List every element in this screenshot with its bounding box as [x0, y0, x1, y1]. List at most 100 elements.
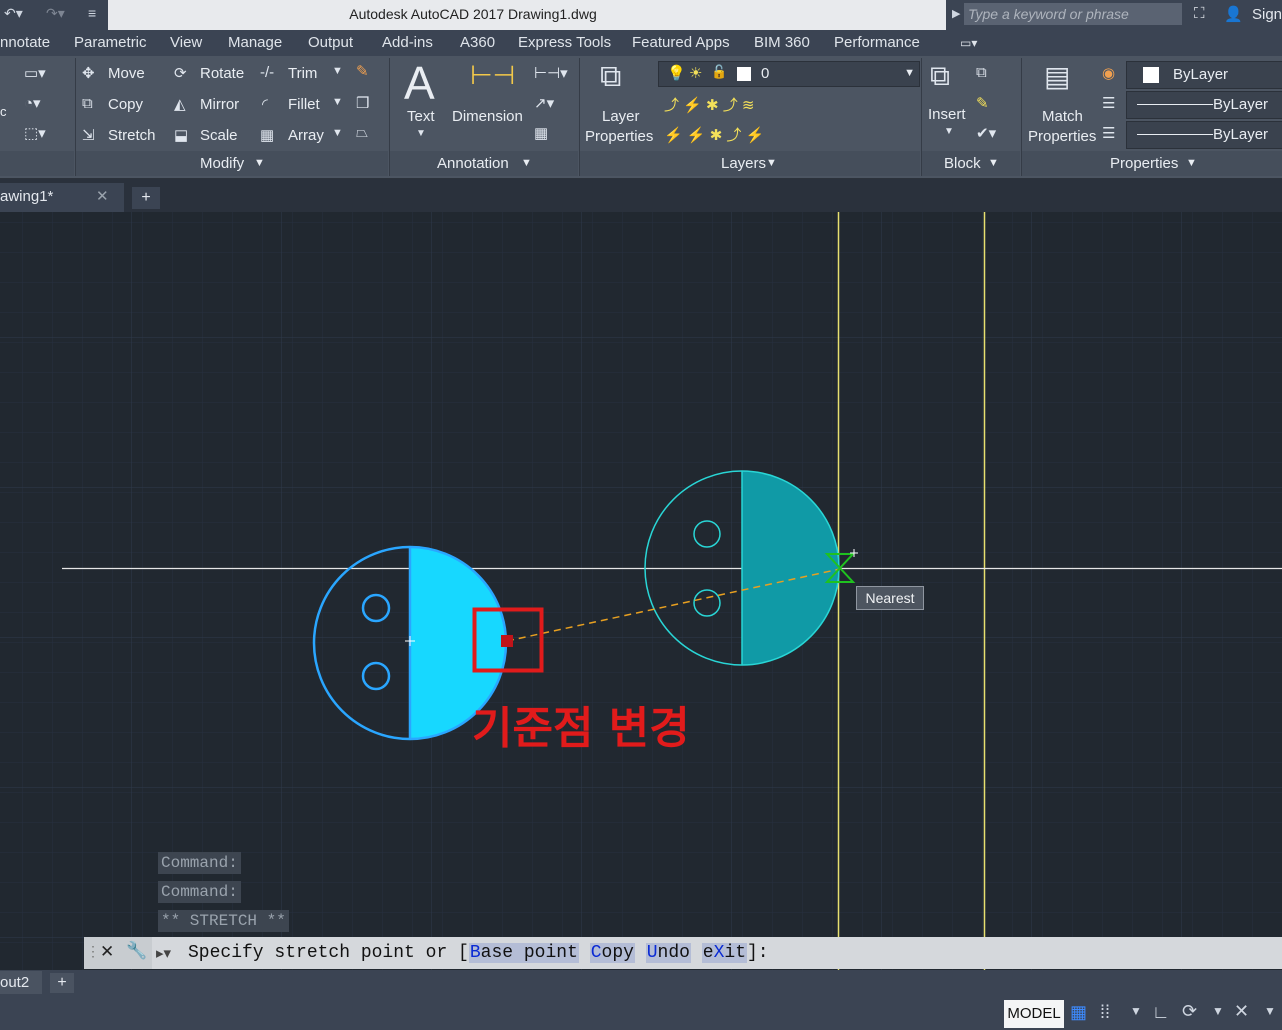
sign-in-link[interactable]: Sign: [1252, 6, 1282, 23]
close-icon[interactable]: ✕: [100, 942, 114, 962]
stretch-button[interactable]: Stretch: [108, 127, 156, 144]
tab-annotate[interactable]: nnotate: [0, 34, 50, 51]
scale-button[interactable]: Scale: [200, 127, 238, 144]
properties-panel-bar[interactable]: Properties ▼: [1022, 151, 1282, 176]
tab-parametric[interactable]: Parametric: [74, 34, 147, 51]
layer-dropdown[interactable]: 💡 ☀ 🔓 0 ▼: [658, 61, 920, 87]
close-tab-icon[interactable]: ✕: [96, 187, 109, 205]
ribbon-minimize-icon[interactable]: ▭▾: [960, 36, 977, 50]
command-input[interactable]: Specify stretch point or [Base point Cop…: [188, 943, 769, 963]
color-swatch: [1143, 67, 1159, 83]
search-area: ▶ Type a keyword or phrase ⛶ 👤 Sign: [946, 0, 1282, 30]
trim-dropdown-icon[interactable]: ▼: [332, 65, 343, 77]
linear-dimension-icon[interactable]: ⊢⊣▾: [534, 64, 568, 82]
tab-manage[interactable]: Manage: [228, 34, 282, 51]
command-line[interactable]: ⋮ ✕ 🔧 ▸▾ Specify stretch point or [Base …: [84, 937, 1282, 969]
grid-icon[interactable]: ▦: [1070, 1002, 1087, 1023]
binoculars-icon[interactable]: ⛶: [1194, 5, 1205, 22]
match-properties-label-2[interactable]: Properties: [1028, 128, 1096, 145]
hatch-icon[interactable]: ◔▾: [24, 94, 41, 112]
panel-separator: [921, 58, 922, 176]
drawing-tab[interactable]: awing1* ✕: [0, 183, 124, 212]
add-layout-button[interactable]: +: [50, 973, 74, 993]
mirror-button[interactable]: Mirror: [200, 96, 239, 113]
ortho-icon[interactable]: ∟: [1152, 1002, 1170, 1023]
polar-tracking-icon[interactable]: ⟳: [1182, 1001, 1197, 1022]
user-icon[interactable]: 👤: [1224, 5, 1243, 23]
isodraft-dropdown-icon[interactable]: ▼: [1264, 1004, 1276, 1018]
polar-dropdown-icon[interactable]: ▼: [1212, 1004, 1224, 1018]
snap-mode-icon[interactable]: ⁞⁞: [1100, 1002, 1110, 1023]
current-layer-name: 0: [761, 65, 770, 82]
explode-icon[interactable]: ❒: [356, 94, 369, 112]
scale-icon: ⬓: [174, 127, 189, 144]
offset-icon[interactable]: ⏢: [356, 124, 368, 141]
rotate-button[interactable]: Rotate: [200, 65, 244, 82]
modify-panel-bar[interactable]: Modify ▼: [76, 151, 388, 176]
array-button[interactable]: Array: [288, 127, 324, 144]
stretch-icon: ⇲: [82, 127, 95, 144]
grip-icon[interactable]: ⋮: [86, 943, 100, 960]
command-prompt-icon[interactable]: ▸▾: [156, 944, 171, 962]
move-button[interactable]: Move: [108, 65, 145, 82]
tab-express-tools[interactable]: Express Tools: [518, 34, 611, 51]
fillet-dropdown-icon[interactable]: ▼: [332, 96, 343, 108]
tab-performance[interactable]: Performance: [834, 34, 920, 51]
layer-properties-label-2[interactable]: Properties: [585, 128, 653, 145]
model-space-button[interactable]: MODEL: [1004, 1000, 1064, 1028]
base-grip[interactable]: [501, 635, 513, 647]
create-block-icon[interactable]: ⧉: [976, 64, 987, 81]
layers-panel-bar[interactable]: Layers ▼: [580, 151, 920, 176]
drawing-canvas[interactable]: Nearest 기준점 변경 Command: Command: ** STRE…: [0, 212, 1282, 972]
block-panel-dropdown-icon: ▼: [988, 157, 999, 169]
search-expand-icon[interactable]: ▶: [952, 7, 960, 20]
insert-dropdown-icon[interactable]: ▼: [944, 126, 954, 137]
edit-block-icon[interactable]: ✎: [976, 94, 989, 112]
new-tab-button[interactable]: +: [132, 187, 160, 209]
text-dropdown-icon[interactable]: ▼: [416, 128, 426, 139]
snap-dropdown-icon[interactable]: ▼: [1130, 1004, 1142, 1018]
layer-tools-row2-icon[interactable]: ⚡ ⚡ ✱ ⤴ ⚡: [664, 124, 764, 145]
tab-bim-360[interactable]: BIM 360: [754, 34, 810, 51]
layer-properties-label-1[interactable]: Layer: [602, 108, 640, 125]
tab-view[interactable]: View: [170, 34, 202, 51]
option-exit[interactable]: eXit: [701, 943, 747, 963]
fillet-button[interactable]: Fillet: [288, 96, 320, 113]
color-dropdown[interactable]: ByLayer: [1126, 61, 1282, 89]
leader-icon[interactable]: ↗▾: [534, 94, 554, 112]
search-input[interactable]: Type a keyword or phrase: [964, 3, 1182, 25]
copy-button[interactable]: Copy: [108, 96, 143, 113]
linetype-dropdown[interactable]: ByLayer: [1126, 91, 1282, 119]
rectangle-icon[interactable]: ▭▾: [24, 64, 46, 82]
array-dropdown-icon[interactable]: ▼: [332, 127, 343, 139]
tab-a360[interactable]: A360: [460, 34, 495, 51]
tab-featured-apps[interactable]: Featured Apps: [632, 34, 730, 51]
option-copy[interactable]: Copy: [589, 943, 635, 963]
match-properties-label-1[interactable]: Match: [1042, 108, 1083, 125]
erase-icon[interactable]: ✎: [356, 62, 369, 80]
layers-panel-dropdown-icon: ▼: [766, 157, 777, 169]
block-attributes-icon[interactable]: ✔▾: [976, 124, 996, 142]
annotation-label: 기준점 변경: [472, 703, 690, 754]
table-icon[interactable]: ▦: [534, 124, 548, 142]
panel-separator: [389, 58, 390, 176]
wrench-icon[interactable]: 🔧: [126, 941, 147, 961]
tab-add-ins[interactable]: Add-ins: [382, 34, 433, 51]
option-undo[interactable]: Undo: [645, 943, 691, 963]
annotation-panel-dropdown-icon: ▼: [521, 157, 532, 169]
command-line-handle: ⋮ ✕ 🔧: [84, 937, 152, 969]
block-panel-bar[interactable]: Block ▼: [922, 151, 1020, 176]
trim-button[interactable]: Trim: [288, 65, 317, 82]
option-base-point[interactable]: Base point: [468, 943, 579, 963]
dimension-button[interactable]: Dimension: [452, 108, 523, 125]
layout-tab[interactable]: out2: [0, 971, 42, 994]
insert-block-icon: ⧉: [930, 60, 950, 91]
layer-tools-icon[interactable]: ⤴ ⚡ ✱ ⤴ ≋: [664, 94, 754, 115]
annotation-panel-bar[interactable]: Annotation ▼: [390, 151, 578, 176]
isodraft-icon[interactable]: ✕: [1234, 1001, 1249, 1022]
tab-output[interactable]: Output: [308, 34, 353, 51]
insert-button[interactable]: Insert: [928, 106, 966, 123]
boundary-icon[interactable]: ⬚▾: [24, 124, 46, 142]
lineweight-dropdown[interactable]: ByLayer: [1126, 121, 1282, 149]
text-button[interactable]: Text: [407, 108, 435, 125]
